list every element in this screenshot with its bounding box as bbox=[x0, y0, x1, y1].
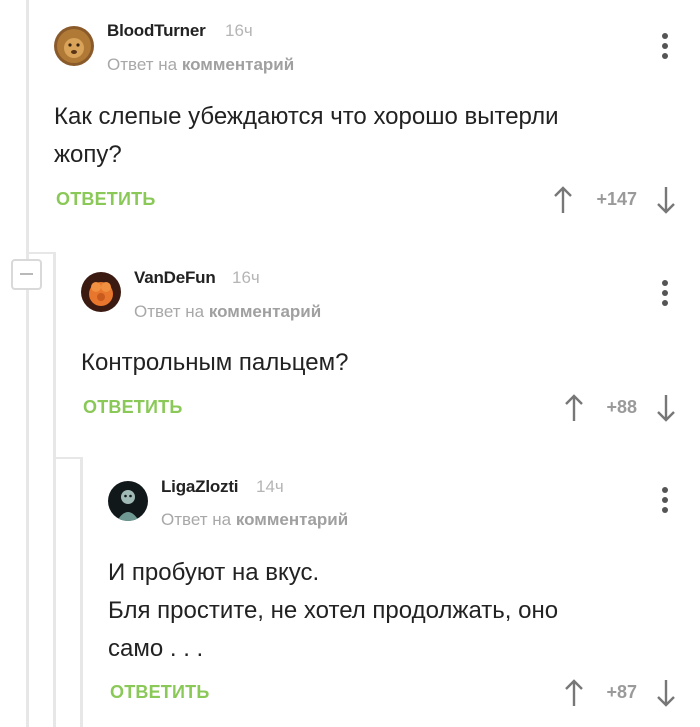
downvote-arrow-icon[interactable] bbox=[655, 393, 677, 423]
comment-time: 16ч bbox=[225, 21, 253, 40]
reply-to-prefix: Ответ на bbox=[161, 510, 232, 529]
comment-line: Контрольным пальцем? bbox=[81, 349, 349, 376]
reply-button[interactable]: ОТВЕТИТЬ bbox=[83, 397, 182, 418]
comment-rating: +87 bbox=[606, 682, 637, 702]
more-options-icon[interactable] bbox=[659, 33, 671, 61]
comment-author[interactable]: BloodTurner bbox=[107, 21, 206, 41]
comment-line: Бля простите, не хотел продолжать, оно bbox=[108, 597, 559, 624]
comment-vandefun: VanDeFun 16ч Ответ на комментарий Контро… bbox=[55, 252, 700, 452]
more-options-icon[interactable] bbox=[659, 487, 671, 515]
comment-line: Как слепые убеждаются что хорошо вытерли bbox=[54, 103, 559, 130]
reply-to-prefix: Ответ на bbox=[134, 302, 205, 321]
thread-branch-2 bbox=[26, 252, 55, 254]
comment-author[interactable]: LigaZlozti bbox=[161, 477, 239, 497]
comment-body: И пробуют на вкус. Бля простите, не хоте… bbox=[108, 554, 558, 668]
comment-time: 14ч bbox=[256, 477, 284, 496]
comment-time: 16ч bbox=[232, 268, 260, 287]
reply-to-link[interactable]: комментарий bbox=[182, 55, 294, 74]
orange-figure-avatar[interactable] bbox=[81, 272, 121, 312]
reply-to-prefix: Ответ на bbox=[107, 55, 178, 74]
reply-to-info: Ответ на комментарий bbox=[107, 55, 294, 75]
comment-line: И пробуют на вкус. bbox=[108, 559, 320, 586]
dark-figure-avatar[interactable] bbox=[108, 481, 148, 521]
reply-to-link[interactable]: комментарий bbox=[236, 510, 348, 529]
reply-to-link[interactable]: комментарий bbox=[209, 302, 321, 321]
downvote-arrow-icon[interactable] bbox=[655, 185, 677, 215]
comment-author[interactable]: VanDeFun bbox=[134, 268, 216, 288]
more-options-icon[interactable] bbox=[659, 280, 671, 308]
reply-button[interactable]: ОТВЕТИТЬ bbox=[56, 189, 155, 210]
lion-avatar[interactable] bbox=[54, 26, 94, 66]
reply-button[interactable]: ОТВЕТИТЬ bbox=[110, 682, 209, 703]
reply-to-info: Ответ на комментарий bbox=[134, 302, 321, 322]
upvote-arrow-icon[interactable] bbox=[552, 185, 574, 215]
comment-body: Как слепые убеждаются что хорошо вытерли… bbox=[54, 98, 559, 174]
comment-rating: +147 bbox=[596, 189, 637, 209]
downvote-arrow-icon[interactable] bbox=[655, 678, 677, 708]
comment-line: жопу? bbox=[54, 141, 122, 168]
comment-line: само . . . bbox=[108, 635, 204, 662]
thread-branch-3 bbox=[53, 457, 82, 459]
comment-bloodturner: BloodTurner 16ч Ответ на комментарий Как… bbox=[28, 0, 700, 240]
comment-rating: +88 bbox=[606, 397, 637, 417]
comment-ligazlozti: LigaZlozti 14ч Ответ на комментарий И пр… bbox=[82, 457, 700, 727]
comment-body: Контрольным пальцем? bbox=[81, 344, 348, 382]
collapse-thread-button[interactable] bbox=[11, 259, 42, 290]
reply-to-info: Ответ на комментарий bbox=[161, 510, 348, 530]
